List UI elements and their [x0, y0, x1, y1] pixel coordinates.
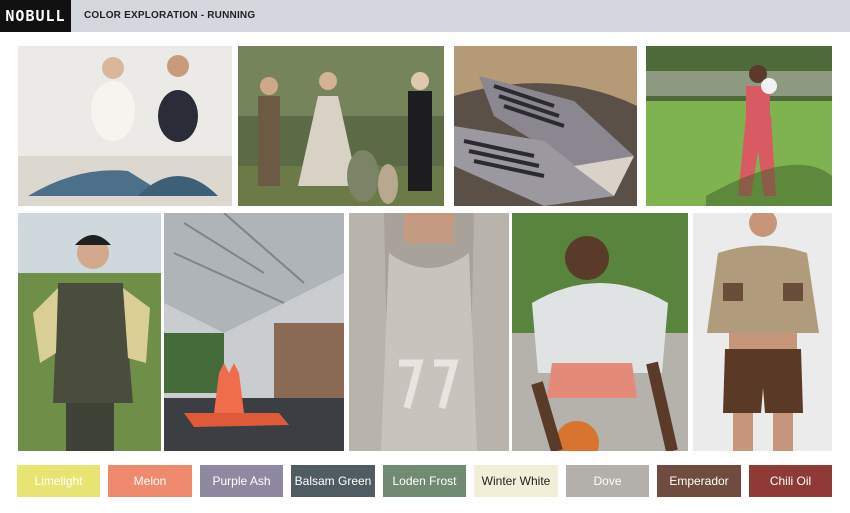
swatch-dove: Dove [566, 465, 649, 497]
swatch-melon: Melon [108, 465, 192, 497]
brand-logo: NOBULL [0, 0, 71, 32]
photo-man-in-utility-vest [18, 213, 161, 451]
photo-grey-sneakers [454, 46, 637, 206]
swatch-loden-frost: Loden Frost [383, 465, 466, 497]
swatch-winter-white: Winter White [474, 465, 558, 497]
swatch-limelight: Limelight [17, 465, 100, 497]
swatch-chili-oil: Chili Oil [749, 465, 832, 497]
photo-knit-tank-77 [349, 213, 509, 451]
swatch-balsam-green: Balsam Green [291, 465, 375, 497]
photo-glass-architecture [164, 213, 344, 451]
page-title: COLOR EXPLORATION - RUNNING [84, 10, 256, 21]
header-bar: NOBULL COLOR EXPLORATION - RUNNING [0, 0, 850, 32]
swatch-emperador: Emperador [657, 465, 741, 497]
photo-boxer-in-field [646, 46, 832, 206]
swatch-purple-ash: Purple Ash [200, 465, 283, 497]
photo-two-women-activewear [18, 46, 232, 206]
photo-period-costume-group [238, 46, 444, 206]
photo-basketball-player [512, 213, 688, 451]
photo-cropped-pullover-shorts [693, 213, 832, 451]
